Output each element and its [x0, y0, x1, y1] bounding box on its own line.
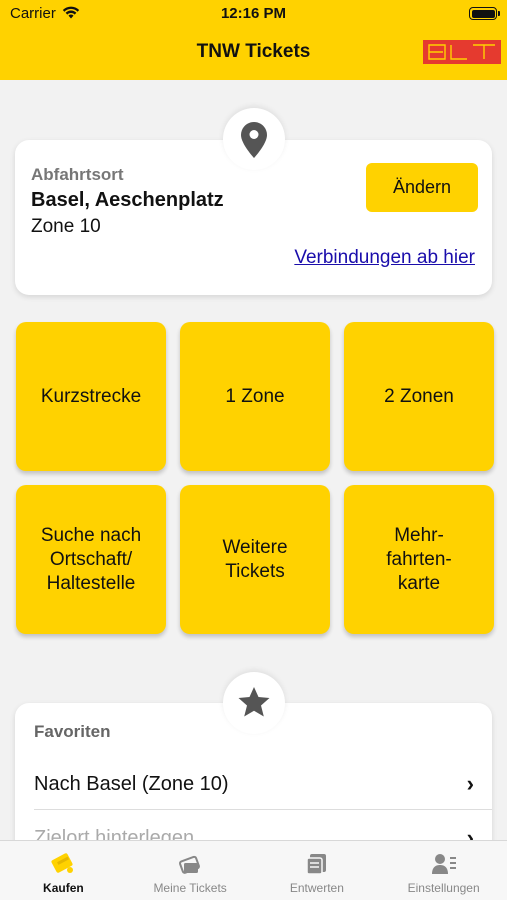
ticket-tile-search-stop[interactable]: Suche nach Ortschaft/ Haltestelle [16, 485, 166, 634]
chevron-right-icon: › [466, 771, 474, 796]
departure-label: Abfahrtsort [31, 165, 124, 184]
ticket-tile-multi-trip[interactable]: Mehr- fahrten- karte [344, 485, 494, 634]
location-pin-icon [241, 122, 267, 163]
ticket-tile-more-tickets[interactable]: Weitere Tickets [180, 485, 330, 634]
header-bar: Carrier 12:16 PM TNW Tickets [0, 0, 507, 80]
battery-icon [469, 7, 500, 20]
star-icon [237, 686, 271, 723]
favorites-star-badge [223, 672, 285, 734]
blt-logo [423, 40, 501, 64]
ticket-tile-kurzstrecke[interactable]: Kurzstrecke [16, 322, 166, 471]
change-departure-button[interactable]: Ändern [366, 163, 478, 212]
favorite-item[interactable]: Nach Basel (Zone 10) › [34, 761, 474, 807]
departure-zone: Zone 10 [31, 216, 101, 237]
location-pin-badge [223, 108, 285, 170]
status-bar: Carrier 12:16 PM [0, 0, 507, 28]
ticket-buy-icon [50, 851, 76, 877]
validate-icon [304, 851, 330, 877]
favorites-divider [34, 809, 492, 810]
tab-meine-tickets[interactable]: Meine Tickets [127, 841, 254, 900]
clock-time: 12:16 PM [220, 5, 287, 22]
tab-label: Kaufen [43, 881, 84, 895]
connections-from-here-link[interactable]: Verbindungen ab hier [294, 247, 475, 269]
ticket-tile-1-zone[interactable]: 1 Zone [180, 322, 330, 471]
tab-label: Entwerten [289, 881, 344, 895]
favorite-item-label: Nach Basel (Zone 10) [34, 772, 229, 795]
tab-einstellungen[interactable]: Einstellungen [380, 841, 507, 900]
ticket-tile-2-zonen[interactable]: 2 Zonen [344, 322, 494, 471]
tab-bar: Kaufen Meine Tickets Entwerten Einstellu… [0, 840, 507, 900]
settings-user-icon [431, 851, 457, 877]
tab-label: Meine Tickets [153, 881, 227, 895]
my-tickets-icon [177, 851, 203, 877]
tab-entwerten[interactable]: Entwerten [254, 841, 381, 900]
tab-kaufen[interactable]: Kaufen [0, 841, 127, 900]
departure-stop-name: Basel, Aeschenplatz [31, 189, 224, 211]
tab-label: Einstellungen [407, 881, 480, 895]
favorites-title: Favoriten [34, 722, 111, 741]
